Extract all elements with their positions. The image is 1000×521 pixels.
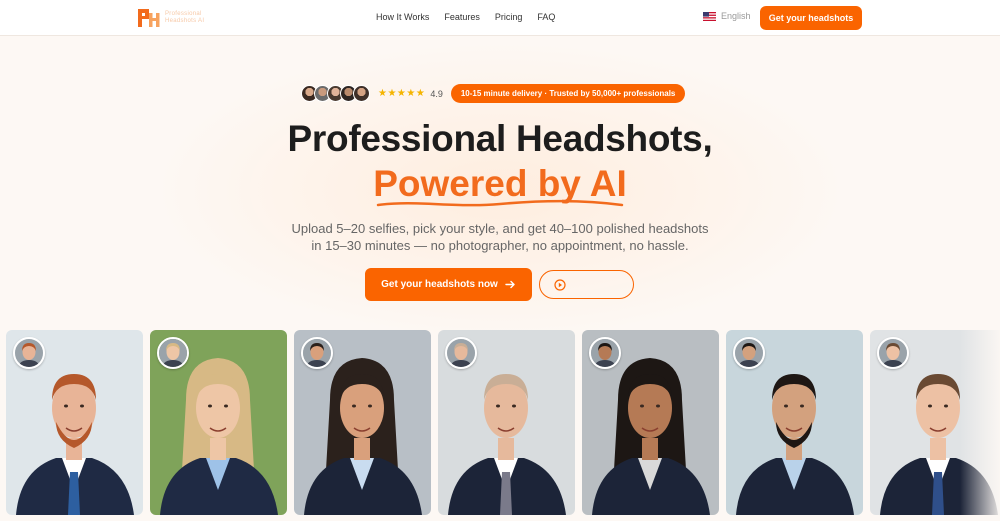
- nav-faq[interactable]: FAQ: [537, 12, 555, 22]
- header-cta-button[interactable]: Get your headshots: [760, 6, 862, 30]
- input-selfie-thumbnail: [589, 337, 621, 369]
- social-proof: ★★★★★ 4.9 10-15 minute delivery · Truste…: [301, 84, 686, 103]
- language-selector[interactable]: English: [703, 11, 751, 21]
- title-underline-squiggle: [376, 199, 624, 207]
- customer-avatars: [301, 85, 370, 102]
- site-header: Professional Headshots AI How It Works F…: [0, 0, 1000, 36]
- main-nav: How It Works Features Pricing FAQ: [376, 12, 570, 22]
- gallery-fade: [960, 330, 1000, 515]
- headshot-card: [6, 330, 143, 515]
- headshot-gallery: [6, 330, 1000, 515]
- headshot-card: [726, 330, 863, 515]
- nav-features[interactable]: Features: [444, 12, 480, 22]
- logo-mark-icon: [138, 9, 160, 27]
- language-label: English: [721, 11, 751, 21]
- headshot-card: [438, 330, 575, 515]
- rating-stars-icon: ★★★★★: [378, 88, 426, 99]
- input-selfie-thumbnail: [445, 337, 477, 369]
- rating-value: 4.9: [430, 88, 443, 99]
- watch-video-button[interactable]: [539, 270, 634, 299]
- primary-cta-button[interactable]: Get your headshots now: [365, 268, 532, 301]
- arrow-right-icon: [505, 280, 515, 289]
- input-selfie-thumbnail: [301, 337, 333, 369]
- input-selfie-thumbnail: [733, 337, 765, 369]
- logo-text: Professional Headshots AI: [165, 11, 204, 25]
- headshot-card: [294, 330, 431, 515]
- input-selfie-thumbnail: [877, 337, 909, 369]
- logo[interactable]: Professional Headshots AI: [137, 7, 204, 29]
- headshot-card: [582, 330, 719, 515]
- input-selfie-thumbnail: [157, 337, 189, 369]
- hero-title-line1: Professional Headshots,: [287, 118, 713, 159]
- logo-text-line1: Professional: [165, 11, 202, 17]
- us-flag-icon: [703, 11, 716, 21]
- nav-pricing[interactable]: Pricing: [495, 12, 523, 22]
- headshot-card: [150, 330, 287, 515]
- primary-cta-label: Get your headshots now: [381, 279, 498, 290]
- logo-text-line2: Headshots AI: [165, 18, 205, 24]
- input-selfie-thumbnail: [13, 337, 45, 369]
- avatar: [353, 85, 370, 102]
- play-circle-icon: [554, 278, 566, 291]
- hero-subtitle: Upload 5–20 selfies, pick your style, an…: [291, 221, 709, 253]
- nav-how-it-works[interactable]: How It Works: [376, 12, 429, 22]
- delivery-badge: 10-15 minute delivery · Trusted by 50,00…: [450, 84, 686, 103]
